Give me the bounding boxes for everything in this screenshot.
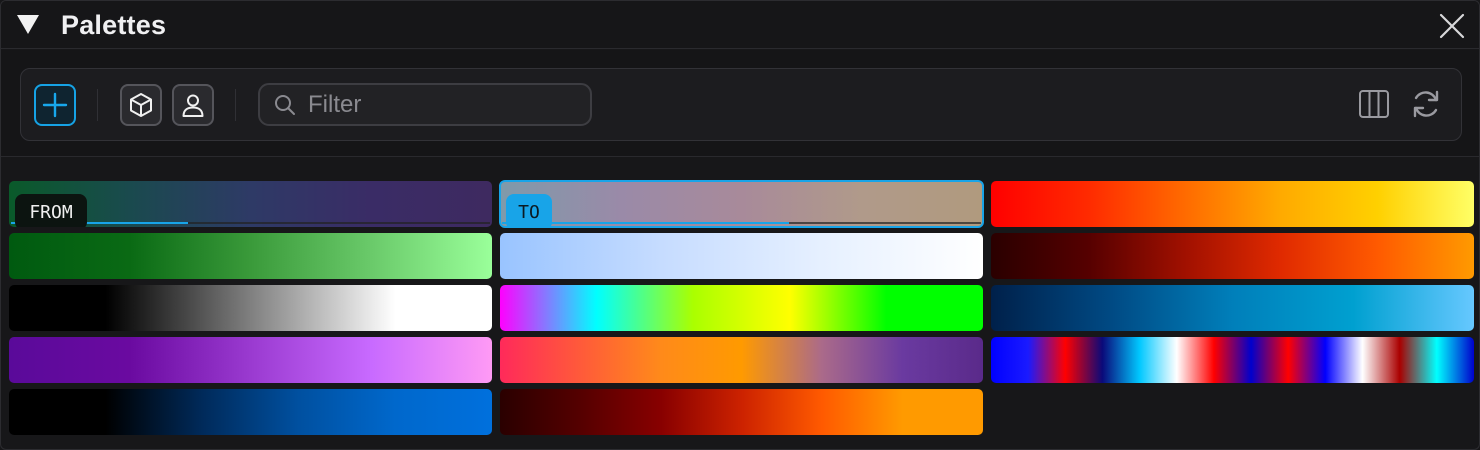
palette-swatch[interactable] <box>9 389 492 435</box>
toolbar-separator <box>97 89 98 121</box>
to-tag: TO <box>506 194 552 227</box>
user-icon <box>182 94 204 117</box>
columns-icon <box>1359 90 1389 118</box>
palette-swatch[interactable] <box>991 337 1474 383</box>
palette-swatch[interactable] <box>991 233 1474 279</box>
cube-icon <box>130 93 152 117</box>
filter-input[interactable] <box>308 89 578 120</box>
palette-swatch[interactable] <box>991 181 1474 227</box>
palette-swatch[interactable]: TO <box>499 180 984 228</box>
filter-search-box[interactable] <box>258 83 592 126</box>
plus-icon <box>42 92 68 118</box>
panel-titlebar: Palettes <box>1 1 1479 49</box>
toolbar-area <box>1 50 1479 157</box>
user-palettes-button[interactable] <box>172 84 214 126</box>
panel-title: Palettes <box>61 10 167 40</box>
from-tag: FROM <box>15 194 87 227</box>
toolbar <box>20 68 1462 141</box>
palette-swatch[interactable] <box>9 337 492 383</box>
refresh-icon <box>1413 90 1439 118</box>
palette-swatch[interactable] <box>500 285 983 331</box>
palette-swatch[interactable] <box>500 233 983 279</box>
toolbar-separator <box>235 89 236 121</box>
palette-swatch[interactable] <box>500 337 983 383</box>
refresh-button[interactable] <box>1406 84 1446 124</box>
palette-swatch[interactable]: FROM <box>9 181 492 227</box>
palette-grid: FROM TO <box>9 180 1474 437</box>
search-icon <box>275 95 295 115</box>
palette-swatch[interactable] <box>9 233 492 279</box>
collapse-triangle-icon[interactable] <box>17 15 39 34</box>
builtin-palettes-button[interactable] <box>120 84 162 126</box>
close-icon[interactable] <box>1437 11 1467 41</box>
columns-layout-button[interactable] <box>1356 86 1392 122</box>
palette-swatch[interactable] <box>500 389 983 435</box>
palette-swatch[interactable] <box>991 285 1474 331</box>
palettes-panel: Palettes Filter FROM TO <box>0 0 1480 450</box>
add-palette-button[interactable] <box>34 84 76 126</box>
palette-swatch[interactable] <box>9 285 492 331</box>
